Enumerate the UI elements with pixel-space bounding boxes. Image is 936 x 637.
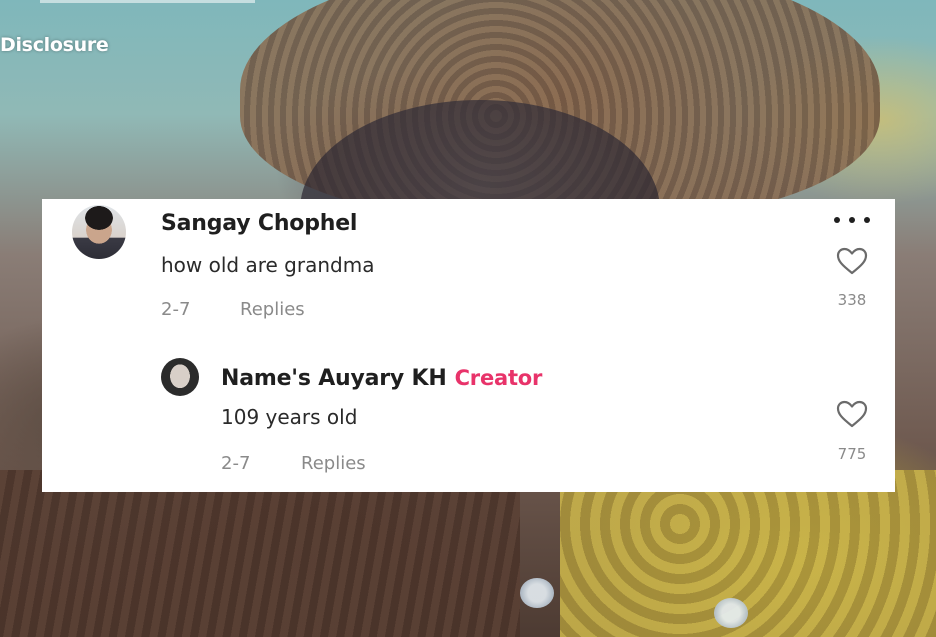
replies-button[interactable]: Replies [301,453,366,474]
comment-card: Sangay Chophel how old are grandma 2-7 R… [42,199,895,492]
more-icon[interactable] [834,217,870,227]
comment-date: 2-7 [161,299,191,320]
comment-author[interactable]: Sangay Chophel [161,211,357,236]
background-flower [714,598,748,628]
video-background: Disclosure Sangay Chophel how old are gr… [0,0,936,637]
dot [864,217,870,223]
dot [849,217,855,223]
avatar[interactable] [72,205,126,259]
avatar[interactable] [161,358,199,396]
comment-text: how old are grandma [161,253,375,277]
replies-button[interactable]: Replies [240,299,305,320]
background-blanket [560,470,936,637]
background-sweater [0,470,520,637]
creator-badge: Creator [454,366,543,390]
reply-author-name: Name's Auyary KH [221,366,447,391]
disclosure-label[interactable]: Disclosure [0,34,109,56]
progress-bar [40,0,255,3]
background-flower [520,578,554,608]
reply-text: 109 years old [221,405,358,429]
reply-date: 2-7 [221,453,251,474]
heart-icon[interactable] [836,400,868,428]
like-count: 775 [837,445,867,463]
heart-icon[interactable] [836,247,868,275]
like-count: 338 [837,291,867,309]
dot [834,217,840,223]
reply-author[interactable]: Name's Auyary KH Creator [221,366,542,391]
